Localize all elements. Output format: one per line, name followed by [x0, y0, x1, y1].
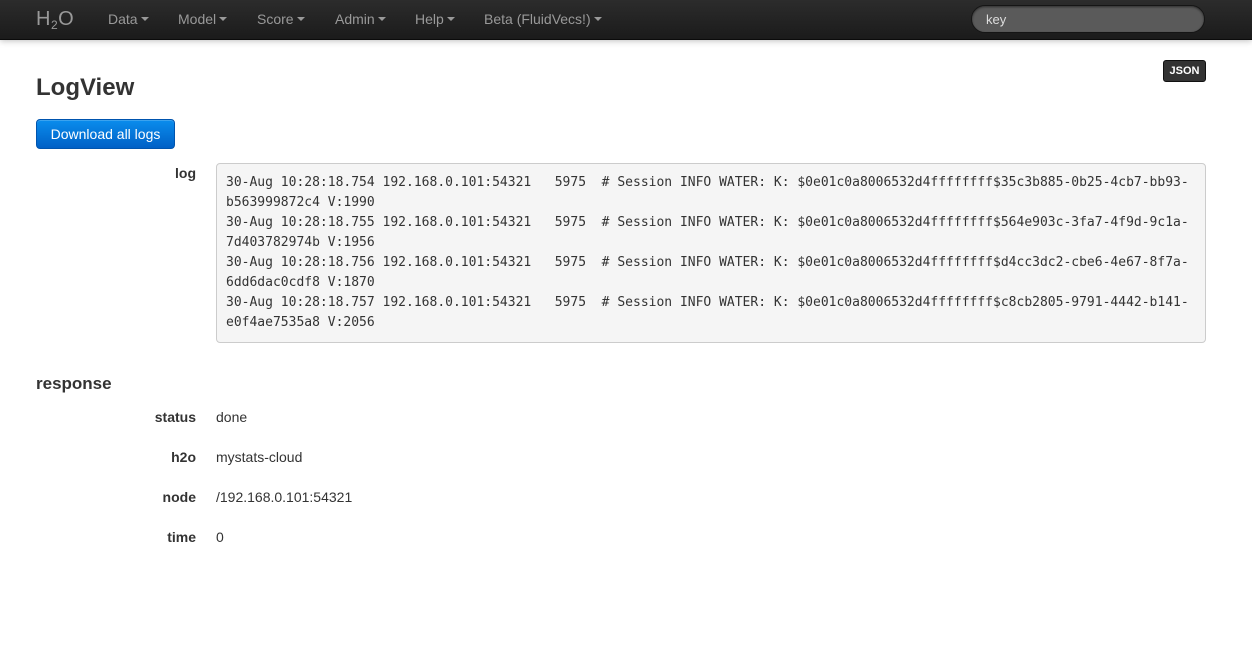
menu-beta-fluidvecs[interactable]: Beta (FluidVecs!) [484, 11, 602, 27]
node-label: node [162, 489, 196, 505]
log-line: 30-Aug 10:28:18.755 192.168.0.101:54321 … [226, 215, 1189, 250]
node-value: /192.168.0.101:54321 [216, 489, 353, 505]
log-output[interactable]: 30-Aug 10:28:18.754 192.168.0.101:54321 … [216, 163, 1206, 343]
caret-down-icon [296, 17, 305, 21]
menu-data[interactable]: Data [108, 11, 149, 27]
response-section-title: response [36, 374, 112, 393]
caret-down-icon [593, 17, 602, 21]
h2o-label: h2o [171, 449, 196, 465]
caret-down-icon [446, 17, 455, 21]
page-title: LogView [36, 74, 135, 101]
caret-down-icon [140, 17, 149, 21]
menu-admin[interactable]: Admin [335, 11, 386, 27]
key-search-input[interactable] [971, 5, 1205, 33]
h2o-logo[interactable]: H2O [36, 8, 74, 32]
json-button[interactable]: JSON [1163, 60, 1206, 82]
time-label: time [167, 529, 196, 545]
caret-down-icon [219, 17, 228, 21]
log-line: 30-Aug 10:28:18.756 192.168.0.101:54321 … [226, 255, 1189, 290]
menu-help[interactable]: Help [415, 11, 455, 27]
log-line: 30-Aug 10:28:18.757 192.168.0.101:54321 … [226, 295, 1189, 330]
status-label: status [154, 409, 196, 425]
menu-model[interactable]: Model [178, 11, 228, 27]
top-navbar: H2O Data Model Score Admin Help Beta (Fl… [0, 0, 1252, 40]
status-value: done [216, 409, 248, 425]
download-all-logs-button[interactable]: Download all logs [36, 119, 175, 149]
h2o-value: mystats-cloud [216, 449, 303, 465]
log-label: log [175, 165, 196, 181]
caret-down-icon [377, 17, 386, 21]
time-value: 0 [216, 529, 224, 545]
log-line: 30-Aug 10:28:18.754 192.168.0.101:54321 … [226, 175, 1189, 210]
menu-score[interactable]: Score [257, 11, 305, 27]
